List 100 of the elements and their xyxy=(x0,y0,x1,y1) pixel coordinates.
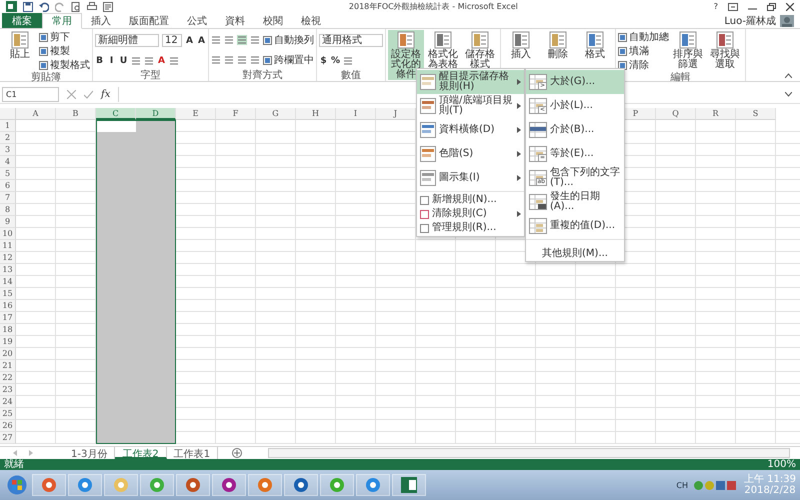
ribbon-tab[interactable]: 公式 xyxy=(178,13,216,28)
ribbon-button[interactable]: 設定格式化的條件 xyxy=(388,30,424,80)
row-header[interactable]: 27 xyxy=(0,432,16,444)
undo-icon[interactable] xyxy=(39,2,49,12)
row-header[interactable]: 20 xyxy=(0,348,16,360)
menu-item[interactable]: 介於(B)... xyxy=(526,118,624,142)
column-header[interactable]: E xyxy=(176,108,216,120)
ribbon-tab[interactable]: 版面配置 xyxy=(120,13,178,28)
lines-icon[interactable] xyxy=(250,55,260,65)
ribbon-button[interactable]: 複製 xyxy=(39,44,70,58)
lines-icon[interactable] xyxy=(211,55,221,65)
expand-icon[interactable] xyxy=(785,92,792,96)
row-header[interactable]: 12 xyxy=(0,252,16,264)
check-icon[interactable] xyxy=(84,90,93,98)
dropdown-field[interactable]: 12 xyxy=(162,34,182,48)
format-button[interactable]: U xyxy=(119,56,128,66)
taskbar-app-button[interactable] xyxy=(176,474,210,496)
name-box[interactable]: C1 xyxy=(2,86,59,102)
taskbar-app-button[interactable] xyxy=(320,474,354,496)
ribbon-tab[interactable]: 資料 xyxy=(216,13,254,28)
format-button[interactable]: A xyxy=(197,36,206,46)
menu-item[interactable]: 其他規則(M)... xyxy=(526,246,624,260)
menu-item[interactable]: 醒目提示儲存格規則(H) xyxy=(417,70,524,94)
print-icon[interactable] xyxy=(87,2,97,12)
column-header[interactable]: F xyxy=(216,108,256,120)
row-header[interactable]: 26 xyxy=(0,420,16,432)
save-icon[interactable] xyxy=(23,2,33,12)
print-preview-icon[interactable] xyxy=(71,2,81,12)
lines-icon[interactable] xyxy=(131,56,141,66)
format-button[interactable]: $ xyxy=(319,56,328,66)
ribbon-tab[interactable]: 校閱 xyxy=(254,13,292,28)
menu-item[interactable]: 色階(S) xyxy=(417,142,524,166)
horizontal-scrollbar[interactable] xyxy=(268,448,790,458)
help-button[interactable]: ? xyxy=(714,2,718,11)
row-header[interactable]: 13 xyxy=(0,264,16,276)
lines-icon[interactable] xyxy=(224,35,234,45)
column-header[interactable]: G xyxy=(256,108,296,120)
lines-icon[interactable] xyxy=(211,35,221,45)
row-header[interactable]: 4 xyxy=(0,156,16,168)
redo-icon[interactable] xyxy=(55,2,65,12)
menu-item[interactable]: 圖示集(I) xyxy=(417,166,524,190)
cell-grid[interactable] xyxy=(16,120,800,444)
row-header[interactable]: 19 xyxy=(0,336,16,348)
ribbon-tab[interactable]: 插入 xyxy=(82,13,120,28)
column-header[interactable]: R xyxy=(696,108,736,120)
lines-icon[interactable] xyxy=(169,56,179,66)
zoom-level[interactable]: 100% xyxy=(767,459,796,470)
row-header[interactable]: 10 xyxy=(0,228,16,240)
close-icon[interactable] xyxy=(786,2,794,10)
column-header[interactable]: Q xyxy=(656,108,696,120)
lines-icon[interactable] xyxy=(144,56,154,66)
column-header[interactable]: I xyxy=(336,108,376,120)
row-header[interactable]: 8 xyxy=(0,204,16,216)
row-header[interactable]: 14 xyxy=(0,276,16,288)
ribbon-display-icon[interactable] xyxy=(728,2,738,10)
row-header[interactable]: 2 xyxy=(0,132,16,144)
form-icon[interactable] xyxy=(103,2,113,12)
format-button[interactable]: I xyxy=(107,56,116,66)
menu-item[interactable]: 重複的值(D)... xyxy=(526,214,624,238)
ribbon-button[interactable]: 貼上 xyxy=(2,30,38,72)
collapse-icon[interactable] xyxy=(785,73,792,78)
column-header[interactable]: J xyxy=(376,108,416,120)
dropdown-field[interactable]: 通用格式 xyxy=(319,34,383,48)
ribbon-button[interactable]: 填滿 xyxy=(618,44,649,58)
row-header[interactable]: 16 xyxy=(0,300,16,312)
taskbar-app-button[interactable] xyxy=(356,474,390,496)
lines-icon[interactable] xyxy=(237,35,247,45)
row-header[interactable]: 3 xyxy=(0,144,16,156)
column-header[interactable]: C xyxy=(96,108,136,120)
row-header[interactable]: 15 xyxy=(0,288,16,300)
menu-item[interactable]: 發生的日期(A)... xyxy=(526,190,624,214)
row-header[interactable]: 25 xyxy=(0,408,16,420)
ribbon-button[interactable]: 複製格式 xyxy=(39,58,90,72)
menu-item[interactable]: 管理規則(R)... xyxy=(417,221,524,235)
taskbar-app-button[interactable] xyxy=(68,474,102,496)
column-header[interactable]: A xyxy=(16,108,56,120)
add-sheet-icon[interactable] xyxy=(232,448,242,458)
row-header[interactable]: 7 xyxy=(0,192,16,204)
ribbon-tab[interactable]: 檢視 xyxy=(292,13,330,28)
row-header[interactable]: 21 xyxy=(0,360,16,372)
ribbon-button[interactable]: 自動換列 xyxy=(263,33,314,47)
active-cell[interactable] xyxy=(97,121,136,132)
format-button[interactable]: B xyxy=(95,56,104,66)
taskbar-app-button[interactable] xyxy=(212,474,246,496)
lines-icon[interactable] xyxy=(224,55,234,65)
menu-item[interactable]: 清除規則(C) xyxy=(417,207,524,221)
column-header[interactable]: D xyxy=(136,108,176,120)
taskbar-app-button[interactable] xyxy=(140,474,174,496)
column-header[interactable]: H xyxy=(296,108,336,120)
row-header[interactable]: 6 xyxy=(0,180,16,192)
column-header[interactable]: S xyxy=(736,108,776,120)
file-tab[interactable]: 檔案 xyxy=(2,13,42,28)
row-header[interactable]: 11 xyxy=(0,240,16,252)
ribbon-button[interactable]: 尋找與選取 xyxy=(707,30,743,72)
row-header[interactable]: 22 xyxy=(0,372,16,384)
row-header[interactable]: 9 xyxy=(0,216,16,228)
ribbon-button[interactable]: 排序與篩選 xyxy=(670,30,706,72)
column-header[interactable]: B xyxy=(56,108,96,120)
taskbar-app-button[interactable] xyxy=(284,474,318,496)
row-header[interactable]: 17 xyxy=(0,312,16,324)
